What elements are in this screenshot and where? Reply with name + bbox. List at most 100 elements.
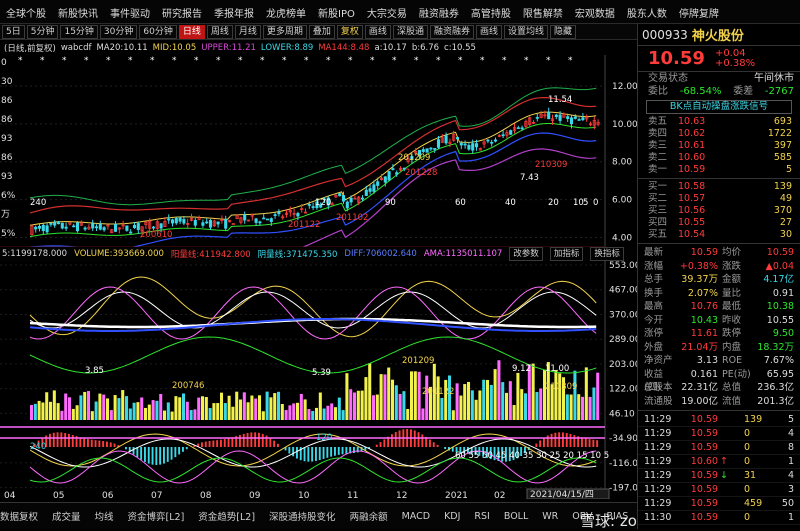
volume-bar xyxy=(440,398,443,420)
volume-bar xyxy=(121,390,124,420)
ask-row[interactable]: 卖三10.61397 xyxy=(638,140,800,152)
tool-button[interactable]: 画线 xyxy=(476,25,502,39)
indicator-tab[interactable]: MACD xyxy=(402,511,430,522)
top-menu-item[interactable]: 高管持股 xyxy=(471,5,511,20)
volume-bar xyxy=(269,397,272,420)
volume-bar xyxy=(163,411,166,420)
indicator-tab[interactable]: RSI xyxy=(474,511,489,522)
top-menu-item[interactable]: 季报年报 xyxy=(214,5,254,20)
volume-bar xyxy=(133,403,136,420)
candle-body xyxy=(475,144,477,147)
change-params-button[interactable]: 改参数 xyxy=(509,247,543,261)
indicator-tab[interactable]: KDJ xyxy=(444,511,460,522)
tool-button[interactable]: 隐藏 xyxy=(550,25,576,39)
price-annotation: 201102 xyxy=(336,213,368,223)
indicator-tab[interactable]: 资金趋势[L2] xyxy=(198,509,255,523)
top-menu-item[interactable]: 限售解禁 xyxy=(523,5,563,20)
macd-bar xyxy=(178,447,180,454)
indicator-tab[interactable]: 成交量 xyxy=(52,509,81,523)
candle-body xyxy=(175,218,177,223)
ask-row[interactable]: 卖五10.63693 xyxy=(638,116,800,128)
top-menu-item[interactable]: 股东人数 xyxy=(627,5,667,20)
indicator-tab[interactable]: 数据复权 xyxy=(0,509,38,523)
candle-body xyxy=(57,223,59,224)
candle-body xyxy=(570,118,572,124)
candle-body xyxy=(92,224,94,228)
period-日线[interactable]: 日线 xyxy=(179,25,205,39)
kline-svg[interactable]: 12.0010.008.006.004.0003086869386936%万5%… xyxy=(0,55,637,499)
indicator-tab[interactable]: 均线 xyxy=(95,509,114,523)
tool-button[interactable]: 设置均线 xyxy=(504,25,548,39)
bid-row[interactable]: 买二10.5749 xyxy=(638,193,800,205)
top-menu-item[interactable]: 全球个股 xyxy=(6,5,46,20)
indicator-tab[interactable]: 资金博弈[L2] xyxy=(128,509,185,523)
period-5日[interactable]: 5日 xyxy=(2,25,25,39)
period-月线[interactable]: 月线 xyxy=(235,25,261,39)
top-menu-item[interactable]: 新股快讯 xyxy=(58,5,98,20)
indicator-annotation: 60 55 50 45 40 35 30 25 20 15 10 5 xyxy=(455,451,609,461)
ask-price: 10.60 xyxy=(678,152,718,164)
bk-signal-button[interactable]: BK点自动操盘涨跌信号 xyxy=(646,100,792,114)
adjust-button[interactable]: 复权 xyxy=(337,25,363,39)
period-15分钟[interactable]: 15分钟 xyxy=(60,25,97,39)
volume-bar xyxy=(539,388,542,420)
stock-name[interactable]: 神火股份 xyxy=(692,25,744,44)
candle-body xyxy=(225,219,227,228)
bid-row[interactable]: 买五10.5430 xyxy=(638,229,800,241)
bid-row[interactable]: 买三10.56370 xyxy=(638,205,800,217)
mid-value: MID:10.05 xyxy=(153,43,197,53)
star-marker: * xyxy=(40,56,45,66)
tool-button[interactable]: 融资融券 xyxy=(430,25,474,39)
ask-price: 10.63 xyxy=(678,116,718,128)
bid-row[interactable]: 买一10.58139 xyxy=(638,181,800,193)
ask-row[interactable]: 卖二10.60585 xyxy=(638,152,800,164)
period-60分钟[interactable]: 60分钟 xyxy=(139,25,176,39)
top-menu-item[interactable]: 龙虎榜单 xyxy=(266,5,306,20)
candle-body xyxy=(491,142,493,143)
switch-indicator-button[interactable]: 换指标 xyxy=(590,247,624,261)
period-30分钟[interactable]: 30分钟 xyxy=(100,25,137,39)
time-axis-label: 04 xyxy=(4,491,16,499)
volume-bar xyxy=(372,395,375,420)
candle-body xyxy=(244,215,246,220)
macd-bar xyxy=(345,447,347,454)
ask-row[interactable]: 卖四10.621722 xyxy=(638,128,800,140)
price-axis-label: 12.00 xyxy=(612,82,637,92)
overlay-button[interactable]: 叠加 xyxy=(309,25,335,39)
add-indicator-button[interactable]: 加指标 xyxy=(550,247,584,261)
volume-bar xyxy=(402,391,405,420)
top-menu-item[interactable]: 事件驱动 xyxy=(110,5,150,20)
indicator-tab[interactable]: 两融余额 xyxy=(350,509,388,523)
candle-body xyxy=(422,149,424,151)
volume-bar xyxy=(315,408,318,420)
ask-label: 卖四 xyxy=(648,128,678,140)
volume-bar xyxy=(296,403,299,420)
indicator-axis-label: 203.00 xyxy=(609,360,637,370)
tool-button[interactable]: 深股通 xyxy=(393,25,428,39)
indicator-tab[interactable]: 深股通持股变化 xyxy=(269,509,336,523)
indicator-tab[interactable]: BOLL xyxy=(504,511,528,522)
top-menu-item[interactable]: 融资融券 xyxy=(419,5,459,20)
bid-row[interactable]: 买四10.5527 xyxy=(638,217,800,229)
top-menu-item[interactable]: 宏观数据 xyxy=(575,5,615,20)
macd-bar xyxy=(391,434,393,447)
period-更多周期[interactable]: 更多周期 xyxy=(263,25,307,39)
indicator-annotation: 9.12 xyxy=(512,364,531,374)
indicator-tab[interactable]: WR xyxy=(542,511,558,522)
period-5分钟[interactable]: 5分钟 xyxy=(27,25,59,39)
macd-bar xyxy=(547,435,549,447)
kline-chart-area[interactable]: 12.0010.008.006.004.0003086869386936%万5%… xyxy=(0,55,637,499)
top-menu-item[interactable]: 研究报告 xyxy=(162,5,202,20)
macd-bar xyxy=(288,447,290,453)
top-menu-item[interactable]: 停牌复牌 xyxy=(679,5,719,20)
tool-button[interactable]: 画线 xyxy=(365,25,391,39)
bid-volume: 49 xyxy=(718,193,792,205)
period-周线[interactable]: 周线 xyxy=(207,25,233,39)
time-axis-label: 07 xyxy=(151,491,162,499)
tick-price: 10.59 xyxy=(678,497,718,511)
top-menu-item[interactable]: 大宗交易 xyxy=(367,5,407,20)
top-menu-item[interactable]: 新股IPO xyxy=(318,5,355,20)
chart-label: (日线,前复权) xyxy=(4,42,56,54)
ask-row[interactable]: 卖一10.595 xyxy=(638,164,800,176)
bid-price: 10.56 xyxy=(678,205,718,217)
